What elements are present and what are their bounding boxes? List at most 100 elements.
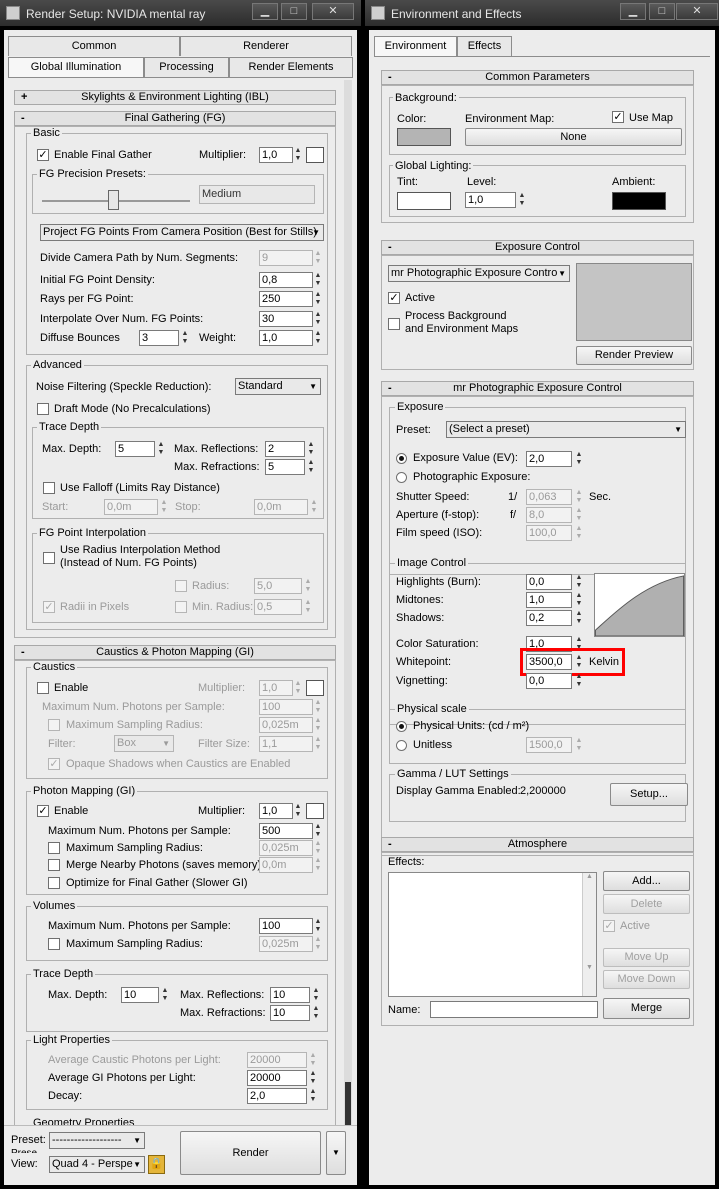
render-button[interactable]: Render xyxy=(180,1131,321,1175)
falloff-stop-spinner[interactable]: 0,0m xyxy=(254,499,308,515)
caustics-max-photons-arrows[interactable]: ▲ ▼ xyxy=(313,699,323,715)
env-minimize-button[interactable]: ▁ xyxy=(620,3,646,20)
atmosphere-name-input[interactable] xyxy=(430,1001,598,1018)
volumes-max-photons-arrows[interactable]: ▲ ▼ xyxy=(313,918,323,934)
avg-caustic-arrows[interactable]: ▲ ▼ xyxy=(308,1052,318,1068)
draft-mode-checkbox[interactable] xyxy=(37,403,49,415)
min-radius-checkbox[interactable] xyxy=(175,601,187,613)
shadows-spinner[interactable]: 0,2 xyxy=(526,610,572,626)
title-bar[interactable]: Render Setup: NVIDIA mental ray ▁ □ ✕ xyxy=(0,0,361,26)
unitless-radio[interactable] xyxy=(396,740,407,751)
use-falloff-checkbox[interactable] xyxy=(43,482,55,494)
exposure-active-checkbox[interactable]: ✓ xyxy=(388,292,400,304)
fg-multiplier-spinner[interactable]: 1,0 xyxy=(259,147,293,163)
unitless-spinner[interactable]: 1500,0 xyxy=(526,737,572,753)
caustics-color-swatch[interactable] xyxy=(306,680,324,696)
shutter-speed-spinner[interactable]: 0,063 xyxy=(526,489,572,505)
td2-max-depth-spinner[interactable]: 10 xyxy=(121,987,159,1003)
aperture-arrows[interactable]: ▲ ▼ xyxy=(574,507,584,523)
close-button[interactable]: ✕ xyxy=(312,3,354,20)
caustics-max-sampling-arrows[interactable]: ▲ ▼ xyxy=(313,717,323,733)
decay-arrows[interactable]: ▲ ▼ xyxy=(308,1088,318,1104)
interpolate-spinner[interactable]: 30 xyxy=(259,311,313,327)
td2-max-refractions-arrows[interactable]: ▲ ▼ xyxy=(311,1005,321,1021)
caustics-multiplier-arrows[interactable]: ▲ ▼ xyxy=(293,680,303,696)
weight-arrows[interactable]: ▲ ▼ xyxy=(313,330,323,346)
fg-preset-slider-handle[interactable] xyxy=(108,190,119,210)
avg-gi-spinner[interactable]: 20000 xyxy=(247,1070,307,1086)
rollout-scrollbar[interactable] xyxy=(344,80,352,1126)
process-background-checkbox[interactable] xyxy=(388,318,400,330)
rollout-common-parameters[interactable]: - Common Parameters xyxy=(381,70,694,85)
tab-effects[interactable]: Effects xyxy=(457,36,512,56)
whitepoint-spinner[interactable]: 3500,0 xyxy=(526,654,572,670)
caustics-max-sampling-checkbox[interactable] xyxy=(48,719,60,731)
photon-multiplier-arrows[interactable]: ▲ ▼ xyxy=(293,803,303,819)
tab-environment[interactable]: Environment xyxy=(374,36,457,56)
level-spinner[interactable]: 1,0 xyxy=(465,192,516,208)
midtones-spinner[interactable]: 1,0 xyxy=(526,592,572,608)
highlights-spinner[interactable]: 0,0 xyxy=(526,574,572,590)
rollout-ibl[interactable]: + Skylights & Environment Lighting (IBL) xyxy=(14,90,336,105)
vignetting-spinner[interactable]: 0,0 xyxy=(526,673,572,689)
photon-color-swatch[interactable] xyxy=(306,803,324,819)
fg-color-swatch[interactable] xyxy=(306,147,324,163)
fg-multiplier-arrows[interactable]: ▲ ▼ xyxy=(293,147,303,163)
caustics-max-sampling-spinner[interactable]: 0,025m xyxy=(259,717,313,733)
minimize-button[interactable]: ▁ xyxy=(252,3,278,20)
exposure-value-arrows[interactable]: ▲ ▼ xyxy=(574,451,584,467)
max-depth-arrows[interactable]: ▲ ▼ xyxy=(156,441,166,457)
max-refractions-spinner[interactable]: 5 xyxy=(265,459,305,475)
radius-checkbox[interactable] xyxy=(175,580,187,592)
max-refractions-arrows[interactable]: ▲ ▼ xyxy=(306,459,316,475)
tab-global-illumination[interactable]: Global Illumination xyxy=(8,57,144,77)
min-radius-spinner[interactable]: 0,5 xyxy=(254,599,302,615)
use-map-checkbox[interactable]: ✓ xyxy=(612,111,624,123)
noise-filter-dropdown[interactable]: Standard ▼ xyxy=(235,378,321,395)
move-up-button[interactable]: Move Up xyxy=(603,948,690,967)
env-title-bar[interactable]: Environment and Effects ▁ □ ✕ xyxy=(365,0,719,26)
weight-spinner[interactable]: 1,0 xyxy=(259,330,313,346)
atmosphere-active-checkbox[interactable]: ✓ xyxy=(603,920,615,932)
radius-spinner[interactable]: 5,0 xyxy=(254,578,302,594)
rays-arrows[interactable]: ▲ ▼ xyxy=(313,291,323,307)
caustics-enable-checkbox[interactable] xyxy=(37,682,49,694)
rollout-exposure-control[interactable]: - Exposure Control xyxy=(381,240,694,255)
whitepoint-arrows[interactable]: ▲ ▼ xyxy=(574,654,584,670)
volumes-max-sampling-checkbox[interactable] xyxy=(48,938,60,950)
photon-max-photons-spinner[interactable]: 500 xyxy=(259,823,313,839)
min-radius-arrows[interactable]: ▲ ▼ xyxy=(303,599,313,615)
caustics-max-photons-spinner[interactable]: 100 xyxy=(259,699,313,715)
enable-final-gather-checkbox[interactable]: ✓ xyxy=(37,149,49,161)
tab-common[interactable]: Common xyxy=(8,36,180,56)
divide-camera-arrows[interactable]: ▲ ▼ xyxy=(313,250,323,266)
physical-units-radio[interactable] xyxy=(396,721,407,732)
fg-projection-dropdown[interactable]: Project FG Points From Camera Position (… xyxy=(40,224,324,241)
falloff-stop-arrows[interactable]: ▲ ▼ xyxy=(309,499,319,515)
divide-camera-spinner[interactable]: 9 xyxy=(259,250,313,266)
atmosphere-delete-button[interactable]: Delete xyxy=(603,894,690,914)
rays-spinner[interactable]: 250 xyxy=(259,291,313,307)
midtones-arrows[interactable]: ▲ ▼ xyxy=(574,592,584,608)
exposure-value-radio[interactable] xyxy=(396,453,407,464)
shadows-arrows[interactable]: ▲ ▼ xyxy=(574,610,584,626)
photon-max-sampling-checkbox[interactable] xyxy=(48,842,60,854)
highlights-arrows[interactable]: ▲ ▼ xyxy=(574,574,584,590)
caustics-filter-size-arrows[interactable]: ▲ ▼ xyxy=(313,736,323,752)
optimize-fg-checkbox[interactable] xyxy=(48,877,60,889)
radii-in-pixels-checkbox[interactable]: ✓ xyxy=(43,601,55,613)
fg-density-spinner[interactable]: 0,8 xyxy=(259,272,313,288)
rollout-atmosphere[interactable]: - Atmosphere xyxy=(381,837,694,852)
scrollbar-thumb[interactable] xyxy=(345,1082,351,1126)
effects-list-scrollbar[interactable]: ▲ ▼ xyxy=(582,873,596,996)
photon-max-sampling-spinner[interactable]: 0,025m xyxy=(259,840,313,856)
fg-density-arrows[interactable]: ▲ ▼ xyxy=(313,272,323,288)
gamma-setup-button[interactable]: Setup... xyxy=(610,783,688,806)
exposure-type-dropdown[interactable]: mr Photographic Exposure Contro ▼ xyxy=(388,265,570,282)
maximize-button[interactable]: □ xyxy=(281,3,307,20)
volumes-max-sampling-arrows[interactable]: ▲ ▼ xyxy=(313,936,323,952)
avg-caustic-spinner[interactable]: 20000 xyxy=(247,1052,307,1068)
diffuse-bounces-arrows[interactable]: ▲ ▼ xyxy=(180,330,190,346)
level-arrows[interactable]: ▲ ▼ xyxy=(517,192,527,208)
vignetting-arrows[interactable]: ▲ ▼ xyxy=(574,673,584,689)
